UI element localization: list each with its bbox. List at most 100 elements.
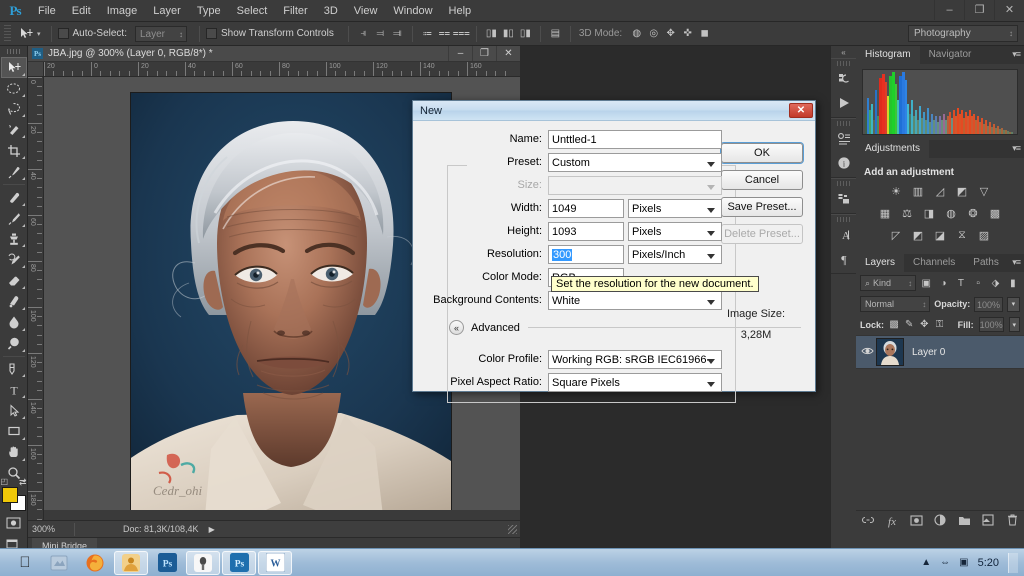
lightroom-icon[interactable] <box>186 551 220 575</box>
history-icon[interactable] <box>831 67 857 91</box>
menu-window[interactable]: Window <box>385 0 440 22</box>
dock-grip[interactable] <box>837 181 850 186</box>
tool-type[interactable]: T <box>1 379 27 400</box>
distribute-left-icon[interactable]: ▯▮ <box>483 25 500 42</box>
delete-layer-icon[interactable] <box>1003 514 1021 529</box>
menu-view[interactable]: View <box>346 0 386 22</box>
zoom-level[interactable]: 300% <box>28 524 74 534</box>
lock-transparency-icon[interactable]: ▩ <box>889 318 899 331</box>
auto-select-scope-dropdown[interactable]: Layer <box>135 26 187 42</box>
distribute-right-icon[interactable]: ▯▮ <box>517 25 534 42</box>
menu-edit[interactable]: Edit <box>64 0 99 22</box>
tool-marquee[interactable] <box>1 78 27 99</box>
menu-help[interactable]: Help <box>441 0 480 22</box>
width-unit-dropdown[interactable]: Pixels <box>628 199 722 218</box>
tab-navigator[interactable]: Navigator <box>920 46 981 64</box>
lock-all-icon[interactable]: ⚿ <box>934 318 944 331</box>
options-bar-grip[interactable] <box>4 25 11 43</box>
resolution-unit-dropdown[interactable]: Pixels/Inch <box>628 245 722 264</box>
panel-menu-icon[interactable]: ▾≡ <box>1012 143 1020 154</box>
color-lookup-icon[interactable]: ▩ <box>986 205 1004 221</box>
document-close-button[interactable]: ✕ <box>496 46 520 61</box>
pixel-aspect-dropdown[interactable]: Square Pixels <box>548 373 722 392</box>
foreground-color-swatch[interactable] <box>2 487 18 503</box>
filter-pixel-icon[interactable]: ▣ <box>919 275 933 291</box>
move-tool-icon[interactable] <box>15 25 37 43</box>
fill-slider-caret-icon[interactable]: ▾ <box>1009 317 1020 332</box>
photoshop-active-icon[interactable]: Ps <box>222 551 256 575</box>
selective-color-icon[interactable]: ⧖ <box>953 227 971 243</box>
table-row[interactable]: Layer 0 <box>856 335 1024 369</box>
resolution-input[interactable]: 300 <box>548 245 624 264</box>
adjustment-layer-icon[interactable] <box>931 514 949 529</box>
menu-3d[interactable]: 3D <box>316 0 346 22</box>
new-group-icon[interactable] <box>955 515 973 529</box>
tool-dodge[interactable] <box>1 333 27 354</box>
layer-thumbnail[interactable] <box>876 338 904 366</box>
close-button[interactable]: ✕ <box>994 0 1024 20</box>
character-icon[interactable]: A <box>831 223 857 247</box>
blend-mode-dropdown[interactable]: Normal <box>860 296 930 312</box>
show-transform-checkbox[interactable] <box>206 28 217 39</box>
tool-hand[interactable] <box>1 442 27 463</box>
bridge-icon[interactable] <box>114 551 148 575</box>
invert-icon[interactable]: ◸ <box>887 227 905 243</box>
tool-rectangle[interactable] <box>1 421 27 442</box>
layer-name[interactable]: Layer 0 <box>912 347 945 358</box>
tray-volume-icon[interactable]: ▣ <box>959 557 968 568</box>
menu-select[interactable]: Select <box>229 0 276 22</box>
status-menu-arrow-icon[interactable]: ▶ <box>209 525 215 534</box>
align-bottom-edges-icon[interactable]: ⩶ <box>453 25 470 42</box>
color-profile-dropdown[interactable]: Working RGB: sRGB IEC61966-2.1 <box>548 350 722 369</box>
align-horizontal-centers-icon[interactable]: ⫤ <box>372 25 389 42</box>
3d-scale-icon[interactable]: ◼ <box>696 25 713 42</box>
filter-smart-icon[interactable]: ⬗ <box>988 275 1002 291</box>
color-balance-icon[interactable]: ⚖ <box>898 205 916 221</box>
curves-icon[interactable]: ◿ <box>931 183 949 199</box>
default-colors-icon[interactable]: ◰ <box>1 477 9 486</box>
filter-type-icon[interactable]: T <box>954 275 968 291</box>
tool-gradient[interactable] <box>1 291 27 312</box>
resize-grip[interactable] <box>508 525 517 534</box>
align-top-edges-icon[interactable]: ⩴ <box>419 25 436 42</box>
tool-eyedropper[interactable] <box>1 161 27 182</box>
panel-menu-icon[interactable]: ▾≡ <box>1012 257 1020 268</box>
paragraph-icon[interactable]: ¶ <box>831 247 857 271</box>
tool-clone-stamp[interactable] <box>1 229 27 250</box>
lock-position-icon[interactable]: ✥ <box>919 318 929 331</box>
tool-blur[interactable] <box>1 312 27 333</box>
tool-history-brush[interactable] <box>1 249 27 270</box>
tab-paths[interactable]: Paths <box>964 254 1008 272</box>
menu-filter[interactable]: Filter <box>275 0 315 22</box>
filter-shape-icon[interactable]: ▫ <box>971 275 985 291</box>
height-input[interactable]: 1093 <box>548 222 624 241</box>
clone-source-icon[interactable] <box>831 187 857 211</box>
menu-image[interactable]: Image <box>99 0 146 22</box>
tool-eraser[interactable] <box>1 270 27 291</box>
layer-style-icon[interactable]: fx <box>883 516 901 528</box>
dialog-title-bar[interactable]: New ✕ <box>413 101 815 121</box>
document-image[interactable]: Cedr_ohi <box>130 92 452 515</box>
tray-up-icon[interactable]: ▲ <box>921 557 931 568</box>
color-swatches[interactable]: ◰ ⇄ <box>1 487 27 513</box>
toolbox-grip[interactable] <box>7 49 21 54</box>
filter-adjustment-icon[interactable]: ◑ <box>936 275 950 291</box>
brightness-contrast-icon[interactable]: ☀ <box>887 183 905 199</box>
document-minimize-button[interactable]: – <box>448 46 472 61</box>
distribute-vertical-icon[interactable]: ▤ <box>547 25 564 42</box>
new-layer-icon[interactable] <box>979 514 997 529</box>
minimize-button[interactable]: – <box>934 0 964 20</box>
workspace-dropdown[interactable]: Photography <box>908 25 1018 42</box>
tab-layers[interactable]: Layers <box>856 254 904 272</box>
opacity-slider-caret-icon[interactable]: ▾ <box>1007 297 1020 312</box>
auto-select-checkbox[interactable] <box>58 28 69 39</box>
tab-channels[interactable]: Channels <box>904 254 964 272</box>
channel-mixer-icon[interactable]: ❂ <box>964 205 982 221</box>
threshold-icon[interactable]: ◪ <box>931 227 949 243</box>
opacity-value[interactable]: 100% <box>974 297 1002 312</box>
show-desktop-button[interactable] <box>1008 553 1018 573</box>
advanced-toggle-icon[interactable]: « <box>449 320 464 335</box>
tool-pen[interactable] <box>1 359 27 380</box>
align-left-edges-icon[interactable]: ⫣ <box>355 25 372 42</box>
align-right-edges-icon[interactable]: ⫥ <box>389 25 406 42</box>
